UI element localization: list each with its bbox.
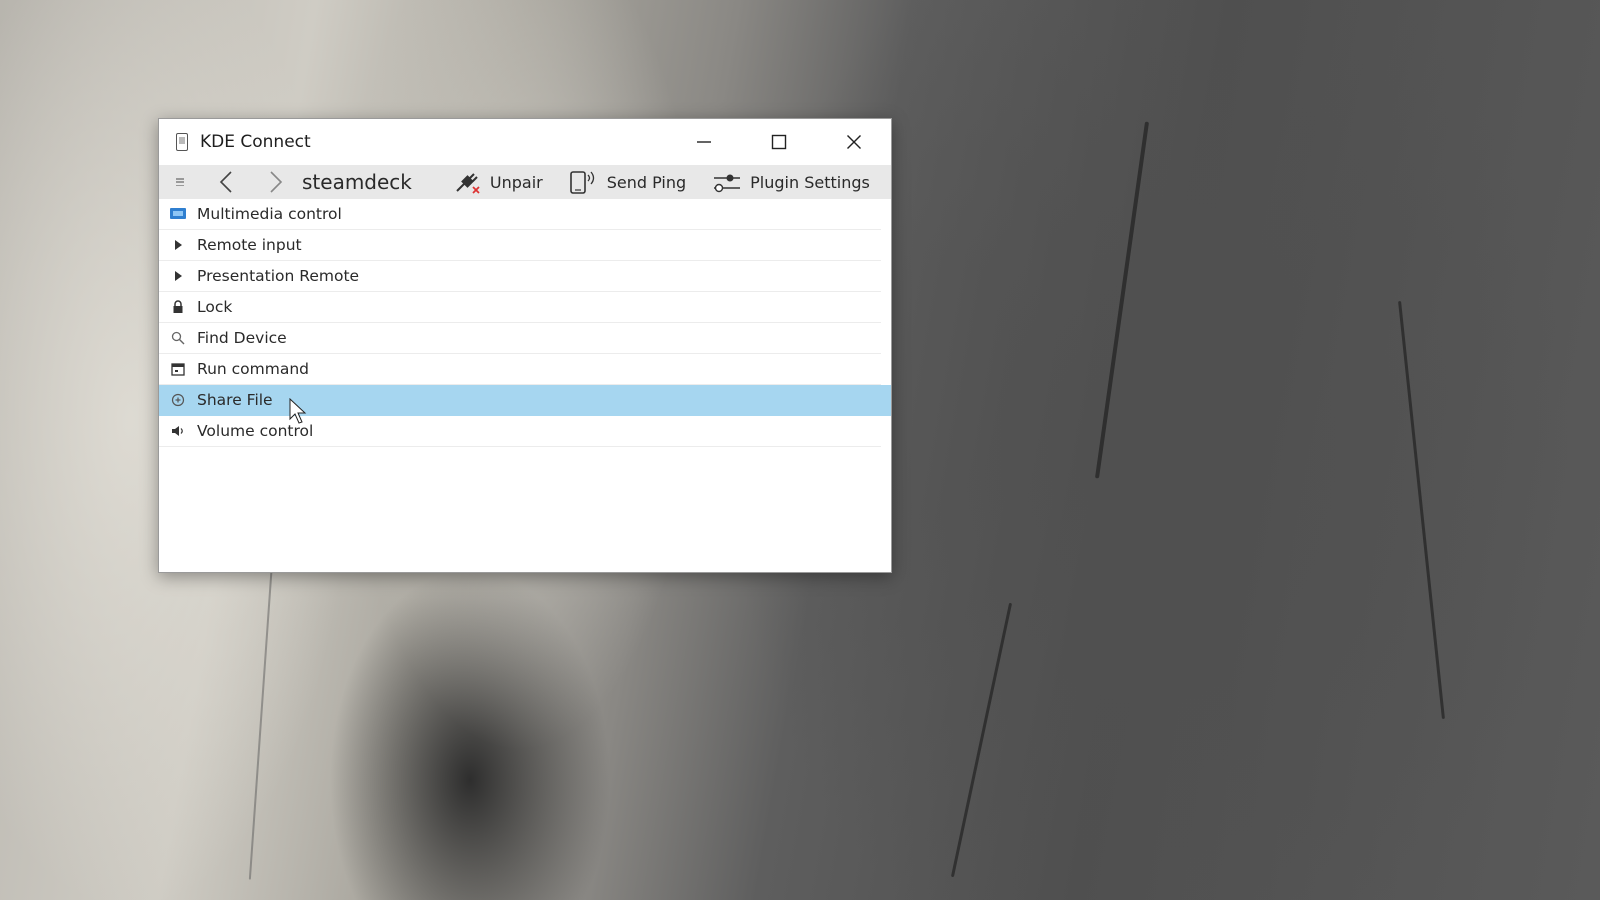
toolbar: steamdeck Unpair Send Ping Plugin Settin…	[159, 165, 891, 199]
rock-crack	[248, 560, 274, 880]
lock-icon	[168, 300, 188, 314]
close-button[interactable]	[816, 119, 891, 165]
share-icon	[168, 393, 188, 407]
close-icon	[846, 135, 861, 149]
plugin-item-share-file[interactable]: Share File	[159, 385, 891, 416]
window-controls	[666, 119, 891, 165]
plugin-item-label: Remote input	[197, 236, 302, 254]
speaker-icon	[168, 424, 188, 438]
plugin-item-remote-input[interactable]: Remote input	[159, 230, 881, 261]
maximize-button[interactable]	[741, 119, 816, 165]
terminal-icon	[168, 362, 188, 376]
forward-button[interactable]	[256, 165, 296, 199]
menu-icon[interactable]	[176, 178, 184, 186]
plugin-item-find-device[interactable]: Find Device	[159, 323, 881, 354]
settings-sliders-icon	[714, 174, 741, 193]
plugin-item-multimedia-control[interactable]: Multimedia control	[159, 199, 881, 230]
chevron-right-icon	[270, 171, 283, 193]
plugin-list: Multimedia control Remote input Presenta…	[159, 199, 891, 447]
send-ping-label: Send Ping	[606, 172, 687, 192]
rock-crack	[950, 602, 1013, 878]
device-name: steamdeck	[302, 170, 412, 194]
phone-icon	[176, 133, 188, 151]
plugin-item-lock[interactable]: Lock	[159, 292, 881, 323]
rock-crack	[1094, 121, 1150, 479]
plugin-item-label: Find Device	[197, 329, 287, 347]
plugin-item-label: Run command	[197, 360, 310, 378]
plugin-item-label: Multimedia control	[197, 205, 342, 223]
plugin-item-run-command[interactable]: Run command	[159, 354, 881, 385]
title-bar[interactable]: KDE Connect	[159, 119, 891, 165]
minimize-icon	[696, 141, 711, 143]
unpair-button[interactable]: Unpair	[454, 165, 543, 199]
plugin-settings-label: Plugin Settings	[750, 172, 870, 192]
plugin-item-label: Share File	[197, 391, 273, 409]
plugin-item-label: Presentation Remote	[197, 267, 360, 285]
send-ping-button[interactable]: Send Ping	[569, 165, 686, 199]
plugin-item-label: Lock	[197, 298, 233, 316]
window-title: KDE Connect	[200, 132, 311, 152]
chevron-left-icon	[219, 171, 232, 193]
plugin-settings-button[interactable]: Plugin Settings	[712, 165, 870, 199]
pointer-icon	[168, 270, 188, 282]
rock-crack	[1398, 300, 1445, 720]
pointer-icon	[168, 239, 188, 251]
kde-connect-window: KDE Connect steamdeck Unpair Send Ping P…	[158, 118, 892, 573]
plugin-item-presentation-remote[interactable]: Presentation Remote	[159, 261, 881, 292]
maximize-icon	[771, 134, 786, 150]
unpair-icon	[456, 173, 480, 194]
back-button[interactable]	[206, 165, 246, 199]
unpair-label: Unpair	[489, 172, 543, 192]
mouse-cursor-icon	[289, 398, 307, 424]
search-icon	[168, 331, 188, 345]
plugin-item-volume-control[interactable]: Volume control	[159, 416, 881, 447]
ping-icon	[569, 171, 594, 194]
minimize-button[interactable]	[666, 119, 741, 165]
multimedia-icon	[168, 207, 188, 221]
